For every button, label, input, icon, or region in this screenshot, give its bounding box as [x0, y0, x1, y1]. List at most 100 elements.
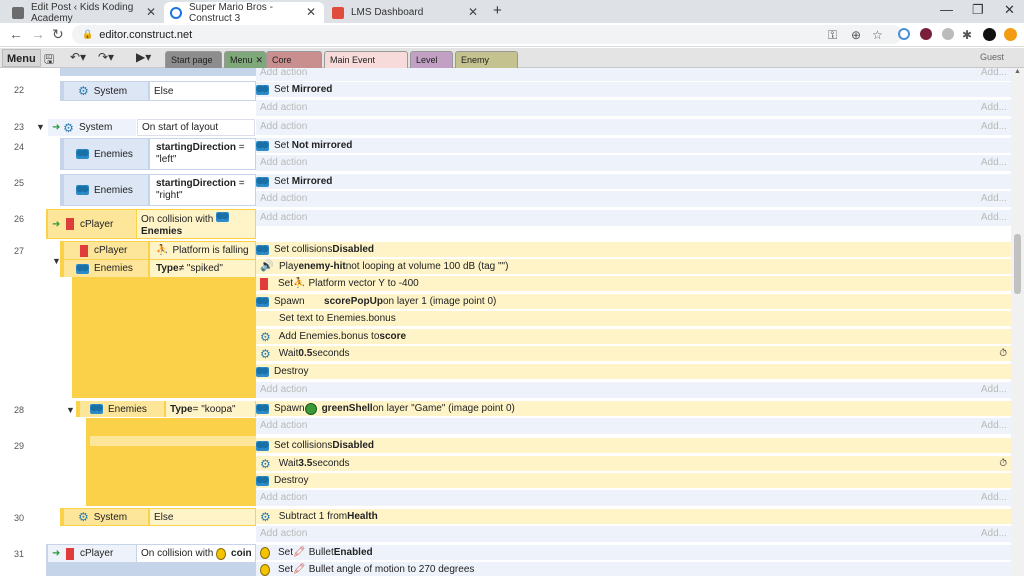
key-icon[interactable]: ⚿: [828, 28, 837, 43]
tab-enemy-code[interactable]: Enemy code✕: [455, 51, 518, 81]
condition-text[interactable]: Type = "koopa": [166, 401, 255, 417]
collapse-toggle-icon[interactable]: ▼: [66, 405, 75, 415]
add-action-link[interactable]: Add action Add...: [256, 382, 1011, 398]
condition-object[interactable]: ➜ cPlayer: [48, 210, 136, 238]
forward-icon[interactable]: →: [31, 26, 45, 42]
add-action-link[interactable]: Add action Add...: [256, 191, 1011, 207]
browser-tab-lms[interactable]: LMS Dashboard ✕: [326, 2, 486, 23]
tab-main-event-sheet[interactable]: Main Event Sheet✕: [324, 51, 408, 81]
profile-avatar[interactable]: [983, 28, 996, 41]
action-row[interactable]: 🔊 Play enemy-hit not looping at volume 10…: [256, 259, 1011, 275]
zoom-icon[interactable]: ⊕: [851, 28, 861, 42]
enemy-sprite-icon: [256, 475, 269, 486]
condition-object[interactable]: cPlayer: [64, 242, 148, 259]
add-action-link[interactable]: Add action Add...: [256, 100, 1011, 116]
close-tab-icon[interactable]: ✕: [306, 5, 316, 19]
collapse-toggle-icon[interactable]: ▼: [36, 122, 45, 132]
vertical-scrollbar[interactable]: ▲: [1011, 68, 1024, 576]
event-sheet[interactable]: Add action Add... 22 ⚙ System Else Set Mir…: [0, 68, 1011, 576]
action-row[interactable]: Set Mirrored: [256, 82, 1011, 98]
audio-speaker-icon: 🔊: [260, 260, 274, 272]
add-action-link[interactable]: Add action Add...: [256, 119, 1011, 135]
action-row[interactable]: Spawn scorePopUp on layer 1 (image point…: [256, 294, 1011, 310]
system-gear-icon: ⚙: [260, 329, 271, 344]
new-tab-button[interactable]: +: [493, 2, 502, 19]
condition-text[interactable]: Type ≠ "spiked": [150, 260, 255, 277]
scrollbar-thumb[interactable]: [1014, 234, 1021, 294]
condition-object[interactable]: ➜ cPlayer: [48, 545, 136, 562]
line-number: 30: [13, 513, 24, 523]
action-row[interactable]: ⚙ Subtract 1 from Health: [256, 509, 1011, 525]
reload-icon[interactable]: ↻: [52, 26, 64, 43]
action-row[interactable]: Set text to Enemies.bonus: [256, 311, 1011, 327]
event-29-block[interactable]: [90, 436, 256, 506]
spacer: [256, 227, 1011, 239]
extension-icon[interactable]: [898, 28, 910, 40]
action-row[interactable]: Set collisions Disabled: [256, 438, 1011, 454]
tab-level-2[interactable]: Level 2✕: [410, 51, 453, 81]
tab-menu[interactable]: Menu ✕: [224, 51, 266, 68]
redo-icon[interactable]: ↷▾: [98, 50, 114, 64]
scroll-up-icon[interactable]: ▲: [1014, 68, 1021, 75]
condition-text[interactable]: Else: [150, 509, 255, 525]
action-row[interactable]: ⚙ Add Enemies.bonus to score: [256, 329, 1011, 345]
player-sprite-icon: [80, 244, 88, 257]
editor-toolbar: Menu 🖫 ↶▾ ↷▾ ▶▾ Start page Menu✕ Core Le…: [0, 48, 1024, 81]
add-action-link[interactable]: Add action Add...: [256, 526, 1011, 542]
action-row[interactable]: Set 🖍 Bullet angle of motion to 270 degre…: [256, 562, 1011, 576]
add-action-link[interactable]: Add action Add...: [256, 490, 1011, 506]
condition-text[interactable]: startingDirection = "left": [150, 139, 255, 169]
add-action-link[interactable]: Add action Add...: [256, 418, 1011, 434]
condition-text[interactable]: On start of layout: [137, 119, 255, 136]
update-alert-icon[interactable]: [1004, 28, 1017, 41]
add-action-link[interactable]: Add action Add...: [256, 68, 1011, 81]
lms-favicon-icon: [332, 6, 344, 19]
condition-object[interactable]: Enemies: [80, 401, 164, 417]
condition-object[interactable]: ➜ ⚙ System: [48, 119, 136, 136]
condition-text[interactable]: On collision with Enemies: [137, 210, 255, 238]
add-action-link[interactable]: Add action Add...: [256, 210, 1011, 226]
action-row[interactable]: Set Not mirrored: [256, 138, 1011, 154]
preview-play-icon[interactable]: ▶▾: [136, 50, 151, 64]
condition-text[interactable]: On collision with coin: [137, 545, 255, 562]
action-row[interactable]: Set collisions Disabled: [256, 242, 1011, 258]
minimize-icon[interactable]: —: [940, 2, 953, 17]
condition-text[interactable]: ⛹ Platform is falling: [150, 242, 255, 259]
url-field[interactable]: 🔒 editor.construct.net: [72, 25, 902, 44]
condition-text[interactable]: startingDirection = "right": [150, 175, 255, 205]
menu-button[interactable]: Menu: [2, 49, 41, 67]
browser-tab-bar: Edit Post ‹ Kids Koding Academy ✕ Super …: [0, 0, 1024, 24]
bookmark-star-icon[interactable]: ☆: [872, 28, 883, 42]
condition-object[interactable]: ⚙ System: [64, 82, 148, 100]
browser-tab-construct[interactable]: Super Mario Bros - Construct 3 ✕: [164, 2, 324, 24]
condition-object[interactable]: Enemies: [64, 139, 148, 169]
extension-icon[interactable]: [920, 28, 932, 40]
guest-label[interactable]: Guest: [980, 52, 1004, 62]
close-window-icon[interactable]: ✕: [1004, 2, 1015, 18]
condition-object[interactable]: Enemies: [64, 175, 148, 205]
action-row[interactable]: ⚙ Wait 0.5 seconds ⏱: [256, 346, 1011, 362]
line-number: 23: [13, 122, 24, 132]
action-row[interactable]: Destroy: [256, 364, 1011, 380]
close-tab-icon[interactable]: ✕: [468, 5, 478, 19]
back-icon[interactable]: ←: [9, 26, 23, 42]
condition-text[interactable]: Else: [150, 82, 255, 100]
extensions-puzzle-icon[interactable]: ✱: [962, 28, 972, 42]
action-row[interactable]: Set ⛹ Platform vector Y to -400: [256, 276, 1011, 292]
condition-object[interactable]: ⚙ System: [64, 509, 148, 525]
action-row[interactable]: Set Mirrored: [256, 174, 1011, 190]
tab-core-level[interactable]: Core Level✕: [266, 51, 322, 81]
condition-object[interactable]: Enemies: [64, 260, 148, 277]
add-action-link[interactable]: Add action Add...: [256, 155, 1011, 171]
action-row[interactable]: ⚙ Wait 3.5 seconds ⏱: [256, 456, 1011, 472]
action-row[interactable]: Spawn greenShell on layer "Game" (image …: [256, 401, 1011, 417]
action-row[interactable]: Set 🖍 Bullet Enabled: [256, 545, 1011, 561]
system-gear-icon: ⚙: [260, 346, 271, 361]
tab-start-page[interactable]: Start page: [165, 51, 222, 68]
undo-icon[interactable]: ↶▾: [70, 50, 86, 64]
close-tab-icon[interactable]: ✕: [146, 5, 156, 19]
restore-icon[interactable]: ❐: [972, 2, 984, 18]
action-row[interactable]: Destroy: [256, 473, 1011, 489]
browser-tab-edit-post[interactable]: Edit Post ‹ Kids Koding Academy ✕: [6, 2, 164, 24]
extension-icon[interactable]: [942, 28, 954, 40]
